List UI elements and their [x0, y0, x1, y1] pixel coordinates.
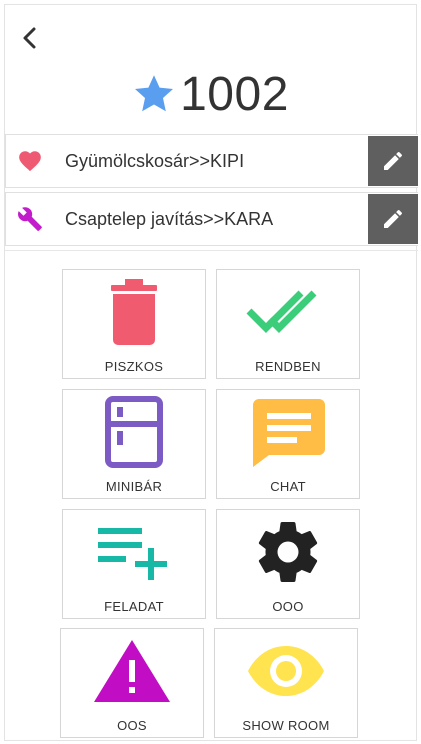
room-detail-screen: 1002 Gyümölcskosár>>KIPI Csaptelep javít…	[4, 4, 418, 741]
heart-icon	[19, 151, 41, 172]
tile-label: CHAT	[270, 479, 306, 494]
edit-button[interactable]	[368, 136, 418, 186]
feladat-tile[interactable]: FELADAT	[62, 509, 206, 619]
double-check-icon	[246, 290, 317, 333]
chevron-left-icon	[23, 27, 36, 49]
tile-label: MINIBÁR	[105, 479, 163, 494]
ooo-tile[interactable]: OOO	[216, 509, 360, 619]
divider	[5, 250, 418, 251]
show-room-tile[interactable]: SHOW ROOM	[214, 628, 358, 738]
tile-label: OOO	[272, 599, 304, 614]
playlist-add-icon	[98, 528, 167, 580]
note-text: Gyümölcskosár>>KIPI	[65, 150, 245, 171]
tile-label: FELADAT	[104, 599, 164, 614]
edit-button[interactable]	[368, 194, 418, 244]
note-row: Csaptelep javítás>>KARA	[5, 192, 418, 246]
note-text: Csaptelep javítás>>KARA	[65, 208, 274, 229]
tile-label: RENDBEN	[255, 359, 321, 374]
room-number: 1002	[180, 67, 289, 121]
room-header: 1002	[5, 65, 416, 123]
trash-icon	[111, 279, 157, 345]
warning-icon	[94, 640, 170, 702]
pencil-icon	[384, 151, 403, 170]
piszkos-tile[interactable]: PISZKOS	[62, 269, 206, 379]
minibar-tile[interactable]: MINIBÁR	[62, 389, 206, 499]
wrench-icon	[18, 207, 42, 231]
pencil-icon	[384, 209, 403, 228]
star-icon	[135, 75, 174, 112]
fridge-icon	[105, 396, 163, 468]
gear-icon	[258, 521, 318, 582]
rendben-tile[interactable]: RENDBEN	[216, 269, 360, 379]
chat-tile[interactable]: CHAT	[216, 389, 360, 499]
oos-tile[interactable]: OOS	[60, 628, 204, 738]
tile-label: OOS	[117, 718, 147, 733]
chat-icon	[253, 399, 325, 467]
note-row: Gyümölcskosár>>KIPI	[5, 134, 418, 188]
tile-label: SHOW ROOM	[242, 718, 330, 733]
back-button[interactable]	[17, 23, 43, 53]
tile-label: PISZKOS	[104, 359, 164, 374]
eye-icon	[248, 646, 324, 696]
